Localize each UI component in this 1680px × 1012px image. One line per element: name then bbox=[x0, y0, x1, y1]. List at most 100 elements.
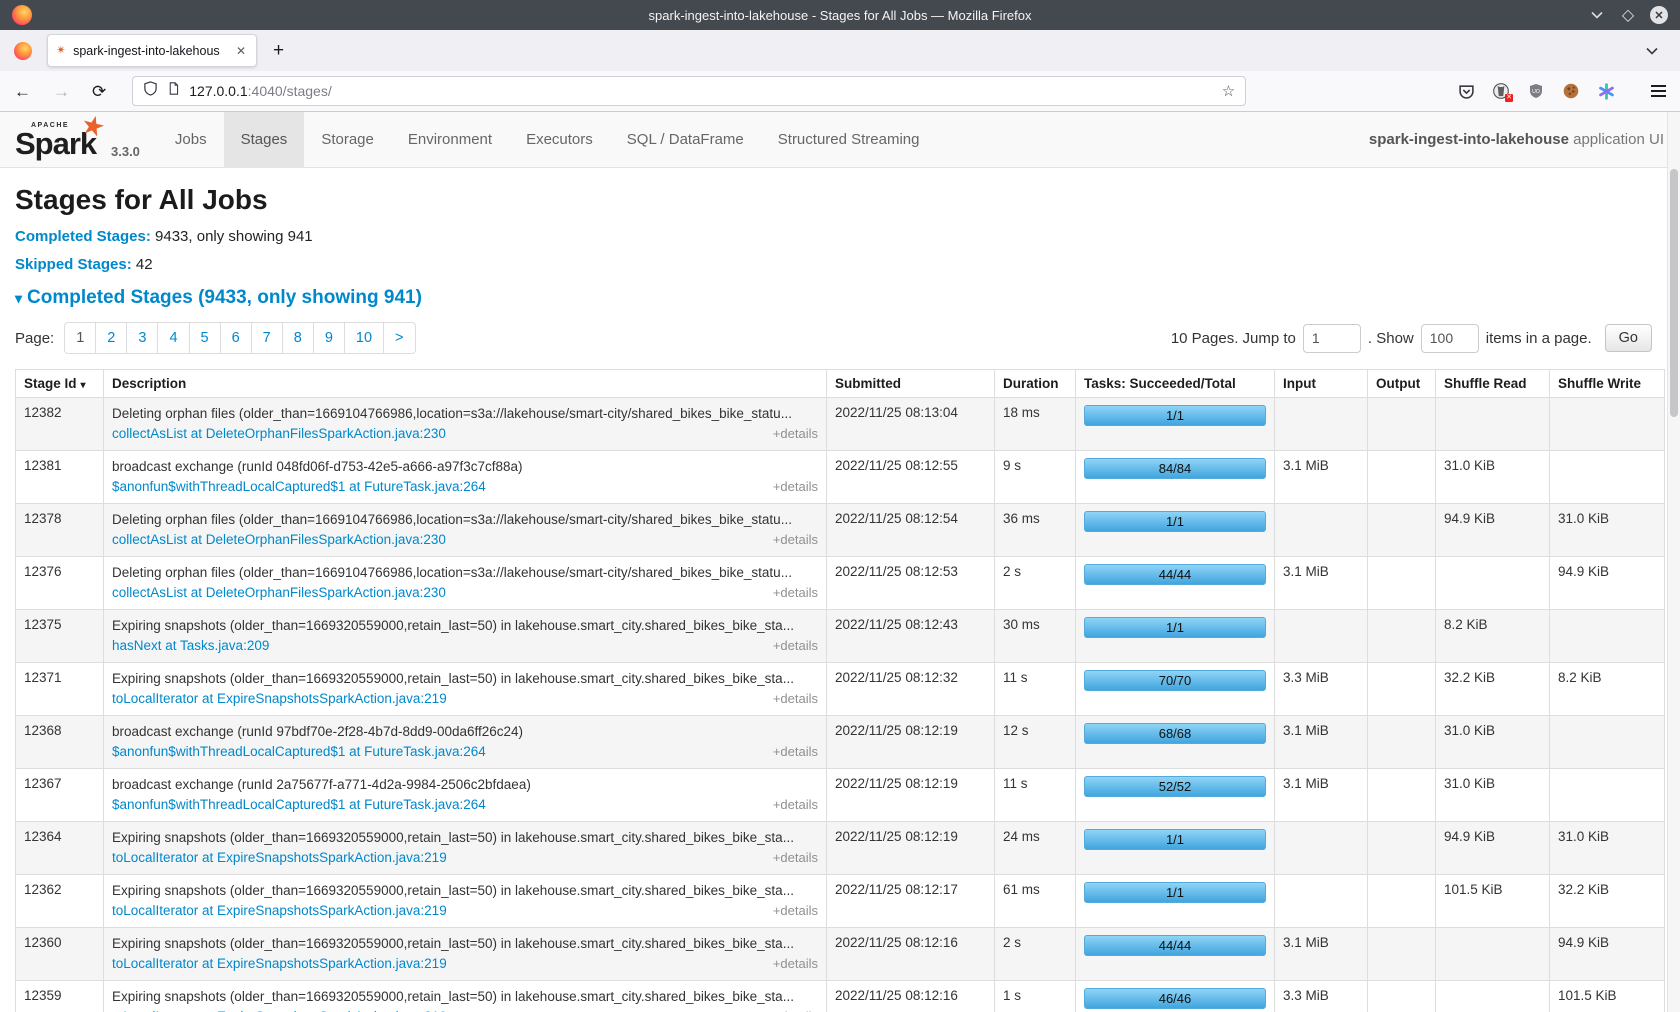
details-toggle[interactable]: +details bbox=[773, 637, 818, 655]
scrollbar-thumb[interactable] bbox=[1670, 169, 1678, 417]
tasks-count: 1/1 bbox=[1166, 885, 1184, 900]
go-button[interactable]: Go bbox=[1605, 324, 1652, 352]
nav-tab-jobs[interactable]: Jobs bbox=[158, 112, 224, 167]
nav-tab-stages[interactable]: Stages bbox=[224, 112, 305, 167]
column-header-stage-id[interactable]: Stage Id▾ bbox=[16, 370, 104, 398]
forward-button[interactable]: → bbox=[53, 83, 70, 100]
page-scrollbar[interactable] bbox=[1667, 112, 1680, 1012]
page-button-10[interactable]: 10 bbox=[344, 322, 384, 354]
privacy-badger-icon[interactable]: ✕ bbox=[1492, 82, 1510, 100]
stage-link[interactable]: hasNext at Tasks.java:209 bbox=[112, 637, 269, 655]
column-header-shuffle-write[interactable]: Shuffle Write bbox=[1550, 370, 1665, 398]
shuffle-write-cell bbox=[1550, 398, 1665, 451]
submitted-cell: 2022/11/25 08:12:16 bbox=[827, 981, 995, 1012]
submitted-cell: 2022/11/25 08:12:54 bbox=[827, 504, 995, 557]
column-header-description[interactable]: Description bbox=[104, 370, 827, 398]
details-toggle[interactable]: +details bbox=[773, 796, 818, 814]
details-toggle[interactable]: +details bbox=[773, 531, 818, 549]
stage-id-cell: 12375 bbox=[16, 610, 104, 663]
page-button-3[interactable]: 3 bbox=[126, 322, 158, 354]
ublock-icon[interactable]: UO bbox=[1527, 82, 1545, 100]
column-header-shuffle-read[interactable]: Shuffle Read bbox=[1436, 370, 1550, 398]
tasks-progress-bar: 1/1 bbox=[1084, 511, 1266, 532]
description-cell: Expiring snapshots (older_than=166932055… bbox=[104, 928, 827, 981]
column-header-tasks-succeeded-total[interactable]: Tasks: Succeeded/Total bbox=[1076, 370, 1275, 398]
close-button[interactable]: ✕ bbox=[1650, 6, 1668, 24]
menu-icon[interactable] bbox=[1651, 85, 1666, 97]
tasks-cell: 52/52 bbox=[1076, 769, 1275, 822]
cookie-icon[interactable] bbox=[1562, 82, 1580, 100]
page-button-8[interactable]: 8 bbox=[282, 322, 314, 354]
url-bar[interactable]: 127.0.0.1:4040/stages/ ☆ bbox=[132, 76, 1246, 106]
duration-cell: 36 ms bbox=[995, 504, 1076, 557]
input-cell: 3.1 MiB bbox=[1275, 769, 1368, 822]
jump-to-page-input[interactable] bbox=[1303, 324, 1361, 353]
page-button-1[interactable]: 1 bbox=[64, 322, 96, 354]
details-toggle[interactable]: +details bbox=[773, 902, 818, 920]
badge-x: ✕ bbox=[1505, 94, 1513, 102]
pocket-icon[interactable] bbox=[1457, 82, 1475, 100]
tab-bar: ✴ spark-ingest-into-lakehous ✕ + bbox=[0, 30, 1680, 71]
details-toggle[interactable]: +details bbox=[773, 849, 818, 867]
new-tab-button[interactable]: + bbox=[273, 41, 284, 60]
page-info-icon[interactable] bbox=[167, 81, 180, 101]
nav-tab-sql-dataframe[interactable]: SQL / DataFrame bbox=[610, 112, 761, 167]
details-toggle[interactable]: +details bbox=[773, 690, 818, 708]
nav-tab-executors[interactable]: Executors bbox=[509, 112, 610, 167]
stage-link[interactable]: toLocalIterator at ExpireSnapshotsSparkA… bbox=[112, 690, 447, 708]
nav-tab-storage[interactable]: Storage bbox=[304, 112, 391, 167]
column-header-output[interactable]: Output bbox=[1368, 370, 1436, 398]
stage-link[interactable]: toLocalIterator at ExpireSnapshotsSparkA… bbox=[112, 902, 447, 920]
stage-link[interactable]: toLocalIterator at ExpireSnapshotsSparkA… bbox=[112, 1008, 447, 1012]
column-header-submitted[interactable]: Submitted bbox=[827, 370, 995, 398]
back-button[interactable]: ← bbox=[14, 83, 31, 100]
page-button-6[interactable]: 6 bbox=[220, 322, 252, 354]
stage-link[interactable]: collectAsList at DeleteOrphanFilesSparkA… bbox=[112, 425, 446, 443]
maximize-button[interactable]: ◇ bbox=[1619, 6, 1637, 24]
tasks-cell: 44/44 bbox=[1076, 928, 1275, 981]
asterisk-extension-icon[interactable] bbox=[1597, 82, 1615, 100]
items-per-page-input[interactable] bbox=[1421, 324, 1479, 353]
details-toggle[interactable]: +details bbox=[773, 955, 818, 973]
details-toggle[interactable]: +details bbox=[773, 478, 818, 496]
list-all-tabs-button[interactable] bbox=[1646, 42, 1658, 60]
tasks-cell: 84/84 bbox=[1076, 451, 1275, 504]
stage-link[interactable]: $anonfun$withThreadLocalCaptured$1 at Fu… bbox=[112, 478, 486, 496]
page-button-9[interactable]: 9 bbox=[313, 322, 345, 354]
page-button-next[interactable]: > bbox=[383, 322, 415, 354]
tab-close-icon[interactable]: ✕ bbox=[234, 44, 248, 58]
stage-link[interactable]: $anonfun$withThreadLocalCaptured$1 at Fu… bbox=[112, 743, 486, 761]
duration-cell: 2 s bbox=[995, 928, 1076, 981]
stage-link[interactable]: toLocalIterator at ExpireSnapshotsSparkA… bbox=[112, 849, 447, 867]
column-header-input[interactable]: Input bbox=[1275, 370, 1368, 398]
duration-cell: 2 s bbox=[995, 557, 1076, 610]
shuffle-read-cell: 31.0 KiB bbox=[1436, 451, 1550, 504]
page-button-5[interactable]: 5 bbox=[189, 322, 221, 354]
shield-icon[interactable] bbox=[143, 81, 158, 101]
stage-link[interactable]: $anonfun$withThreadLocalCaptured$1 at Fu… bbox=[112, 796, 486, 814]
browser-tab[interactable]: ✴ spark-ingest-into-lakehous ✕ bbox=[47, 34, 257, 67]
bookmark-star-icon[interactable]: ☆ bbox=[1222, 82, 1235, 100]
description-cell: Expiring snapshots (older_than=166932055… bbox=[104, 981, 827, 1012]
nav-tab-environment[interactable]: Environment bbox=[391, 112, 509, 167]
page-button-4[interactable]: 4 bbox=[157, 322, 189, 354]
completed-stages-section-toggle[interactable]: ▾Completed Stages (9433, only showing 94… bbox=[15, 287, 1652, 309]
details-toggle[interactable]: +details bbox=[773, 584, 818, 602]
table-row: 12364 Expiring snapshots (older_than=166… bbox=[16, 822, 1665, 875]
stage-link[interactable]: collectAsList at DeleteOrphanFilesSparkA… bbox=[112, 531, 446, 549]
stage-link[interactable]: collectAsList at DeleteOrphanFilesSparkA… bbox=[112, 584, 446, 602]
url-text[interactable]: 127.0.0.1:4040/stages/ bbox=[189, 83, 331, 99]
reload-button[interactable]: ⟳ bbox=[92, 83, 106, 100]
window-title: spark-ingest-into-lakehouse - Stages for… bbox=[0, 8, 1680, 23]
page-button-2[interactable]: 2 bbox=[95, 322, 127, 354]
details-toggle[interactable]: +details bbox=[773, 1008, 818, 1012]
input-cell: 3.1 MiB bbox=[1275, 928, 1368, 981]
column-header-duration[interactable]: Duration bbox=[995, 370, 1076, 398]
nav-tab-structured-streaming[interactable]: Structured Streaming bbox=[761, 112, 937, 167]
stage-link[interactable]: toLocalIterator at ExpireSnapshotsSparkA… bbox=[112, 955, 447, 973]
details-toggle[interactable]: +details bbox=[773, 743, 818, 761]
page-button-7[interactable]: 7 bbox=[251, 322, 283, 354]
minimize-button[interactable] bbox=[1588, 6, 1606, 24]
details-toggle[interactable]: +details bbox=[773, 425, 818, 443]
spark-logo[interactable]: APACHE Spark ★ bbox=[15, 116, 103, 167]
